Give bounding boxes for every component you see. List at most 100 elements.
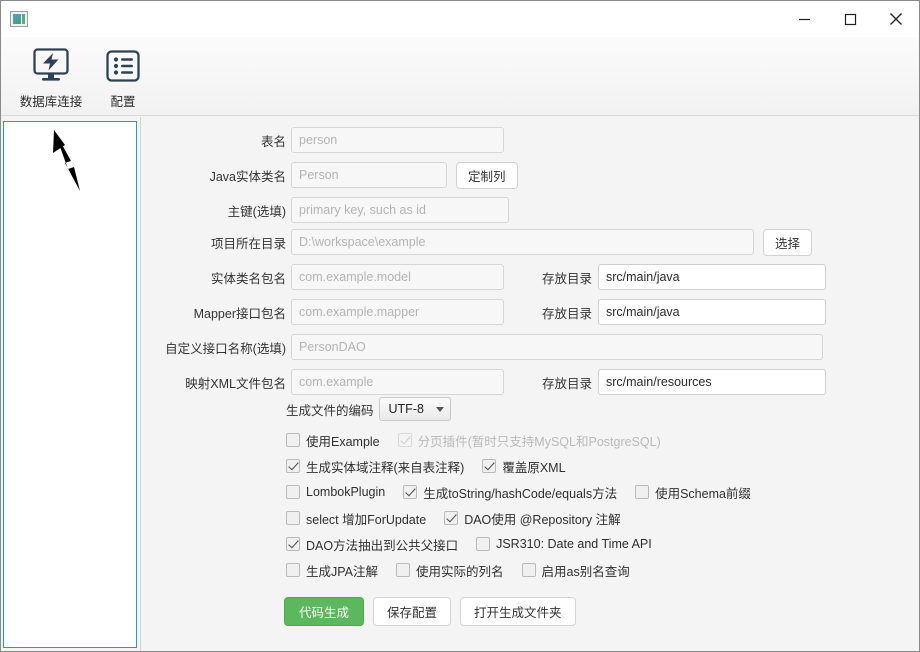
toolbar: 数据库连接 配置 xyxy=(1,37,919,116)
checkbox-select-for-update[interactable]: select 增加ForUpdate xyxy=(286,509,426,528)
checkbox-box xyxy=(286,433,300,447)
field-label: Java实体类名 xyxy=(209,169,286,184)
checkbox-label: 生成JPA注解 xyxy=(306,564,378,579)
maximize-button[interactable] xyxy=(827,1,873,37)
options-row-4: select 增加ForUpdate DAO使用 @Repository 注解 xyxy=(286,507,621,529)
toolbar-item-label: 数据库连接 xyxy=(19,95,83,109)
checkbox-label: JSR310: Date and Time API xyxy=(496,537,652,551)
close-button[interactable] xyxy=(873,1,919,37)
checkbox-label: 分页插件(暂时只支持MySQL和PostgreSQL) xyxy=(417,434,661,449)
checkbox-jsr310-date-time-api[interactable]: JSR310: Date and Time API xyxy=(476,537,652,551)
form-row-primary-key: 主键(选填) primary key, such as id xyxy=(141,197,509,223)
checkbox-box xyxy=(286,563,300,577)
checkbox-dao-parent-interface[interactable]: DAO方法抽出到公共父接口 xyxy=(286,535,458,554)
checkbox-label: 生成实体域注释(来自表注释) xyxy=(306,460,465,475)
form-row-xml-package: 映射XML文件包名 com.example 存放目录 src/main/reso… xyxy=(141,369,826,395)
toolbar-item-label: 配置 xyxy=(110,95,136,109)
field-label: 表名 xyxy=(260,134,286,149)
checkbox-box xyxy=(476,537,491,551)
checkbox-box xyxy=(396,563,410,577)
form-row-entity-class-name: Java实体类名 Person 定制列 xyxy=(141,161,518,189)
encoding-value: UTF-8 xyxy=(388,402,424,416)
checkbox-lombok-plugin[interactable]: LombokPlugin xyxy=(286,485,385,499)
checkbox-label: 覆盖原XML xyxy=(502,460,566,475)
field-label: 存放目录 xyxy=(541,376,592,391)
checkbox-label: 启用as别名查询 xyxy=(541,564,630,579)
field-label: 主键(选填) xyxy=(227,204,286,219)
mapper-output-dir-input[interactable]: src/main/java xyxy=(598,299,826,325)
encoding-row: 生成文件的编码 UTF-8 xyxy=(286,397,451,421)
field-label: 项目所在目录 xyxy=(210,236,286,251)
checkbox-overwrite-xml[interactable]: 覆盖原XML xyxy=(482,457,566,476)
annotation-arrow-icon xyxy=(53,130,80,191)
open-output-folder-button[interactable]: 打开生成文件夹 xyxy=(460,597,576,626)
form-row-project-directory: 项目所在目录 D:\workspace\example 选择 xyxy=(141,228,813,256)
options-row-5: DAO方法抽出到公共父接口 JSR310: Date and Time API xyxy=(286,533,652,555)
form-row-entity-package: 实体类名包名 com.example.model 存放目录 src/main/j… xyxy=(141,264,826,290)
checkbox-label: 使用Schema前缀 xyxy=(655,486,751,501)
primary-key-input[interactable]: primary key, such as id xyxy=(291,197,509,223)
checkbox-label: 使用Example xyxy=(306,434,380,449)
generate-code-button[interactable]: 代码生成 xyxy=(284,597,365,626)
options-row-6: 生成JPA注解 使用实际的列名 启用as别名查询 xyxy=(286,559,630,581)
save-config-button[interactable]: 保存配置 xyxy=(373,597,452,626)
checkbox-entity-comment[interactable]: 生成实体域注释(来自表注释) xyxy=(286,457,464,476)
checkbox-box xyxy=(286,459,300,473)
action-buttons: 代码生成 保存配置 打开生成文件夹 xyxy=(284,597,576,626)
checkbox-box xyxy=(635,485,650,499)
checkbox-box xyxy=(286,537,300,551)
checkbox-generate-jpa-annotation[interactable]: 生成JPA注解 xyxy=(286,561,378,580)
checkbox-label: DAO使用 @Repository 注解 xyxy=(464,512,621,527)
project-directory-input[interactable]: D:\workspace\example xyxy=(291,229,754,255)
checkbox-box xyxy=(403,485,418,499)
checkbox-box xyxy=(521,563,536,577)
field-label: 映射XML文件包名 xyxy=(185,376,286,391)
database-tree-panel[interactable] xyxy=(3,121,137,648)
custom-columns-button[interactable]: 定制列 xyxy=(456,161,518,189)
checkbox-pagination-plugin: 分页插件(暂时只支持MySQL和PostgreSQL) xyxy=(397,431,661,450)
entity-class-name-input[interactable]: Person xyxy=(291,162,447,188)
settings-list-icon xyxy=(104,45,142,87)
form-row-table-name: 表名 person xyxy=(141,127,504,153)
checkbox-use-actual-column-name[interactable]: 使用实际的列名 xyxy=(396,561,504,580)
app-icon xyxy=(10,11,28,27)
checkbox-dao-repository-annotation[interactable]: DAO使用 @Repository 注解 xyxy=(444,509,621,528)
xml-output-dir-input[interactable]: src/main/resources xyxy=(598,369,826,395)
checkbox-box xyxy=(286,511,300,525)
entity-output-dir-input[interactable]: src/main/java xyxy=(598,264,826,290)
form-row-mapper-package: Mapper接口包名 com.example.mapper 存放目录 src/m… xyxy=(141,299,826,325)
field-label: 实体类名包名 xyxy=(210,271,286,286)
checkbox-label: 使用实际的列名 xyxy=(416,564,504,579)
checkbox-label: select 增加ForUpdate xyxy=(306,512,427,527)
minimize-button[interactable] xyxy=(781,1,827,37)
entity-package-input[interactable]: com.example.model xyxy=(291,264,504,290)
checkbox-box xyxy=(482,459,497,473)
database-connection-icon xyxy=(31,45,71,87)
checkbox-tostring-hashcode-equals[interactable]: 生成toString/hashCode/equals方法 xyxy=(403,483,617,502)
form-row-custom-interface: 自定义接口名称(选填) PersonDAO xyxy=(141,334,823,360)
browse-directory-button[interactable]: 选择 xyxy=(763,228,813,256)
checkbox-enable-as-alias-query[interactable]: 启用as别名查询 xyxy=(521,561,630,580)
checkbox-box xyxy=(397,433,412,447)
application-window: 数据库连接 配置 表名 person Java实体类名 Person 定制列 主… xyxy=(0,0,920,652)
xml-package-input[interactable]: com.example xyxy=(291,369,504,395)
checkbox-label: 生成toString/hashCode/equals方法 xyxy=(423,486,618,501)
encoding-select[interactable]: UTF-8 xyxy=(378,397,451,421)
checkbox-use-example[interactable]: 使用Example xyxy=(286,431,380,450)
field-label: 自定义接口名称(选填) xyxy=(165,341,286,356)
toolbar-item-config[interactable]: 配置 xyxy=(87,45,159,110)
toolbar-item-database-connection[interactable]: 数据库连接 xyxy=(15,45,87,110)
field-label: 存放目录 xyxy=(541,271,592,286)
checkbox-label: LombokPlugin xyxy=(306,485,386,499)
custom-interface-name-input[interactable]: PersonDAO xyxy=(291,334,823,360)
chevron-down-icon xyxy=(435,406,444,412)
checkbox-use-schema-prefix[interactable]: 使用Schema前缀 xyxy=(635,483,751,502)
options-row-3: LombokPlugin 生成toString/hashCode/equals方… xyxy=(286,481,751,503)
mapper-package-input[interactable]: com.example.mapper xyxy=(291,299,504,325)
field-label: Mapper接口包名 xyxy=(193,306,286,321)
encoding-label: 生成文件的编码 xyxy=(286,403,374,418)
checkbox-box xyxy=(286,485,300,499)
title-bar xyxy=(1,1,919,37)
config-form: 表名 person Java实体类名 Person 定制列 主键(选填) pri… xyxy=(141,117,919,651)
table-name-input[interactable]: person xyxy=(291,127,504,153)
